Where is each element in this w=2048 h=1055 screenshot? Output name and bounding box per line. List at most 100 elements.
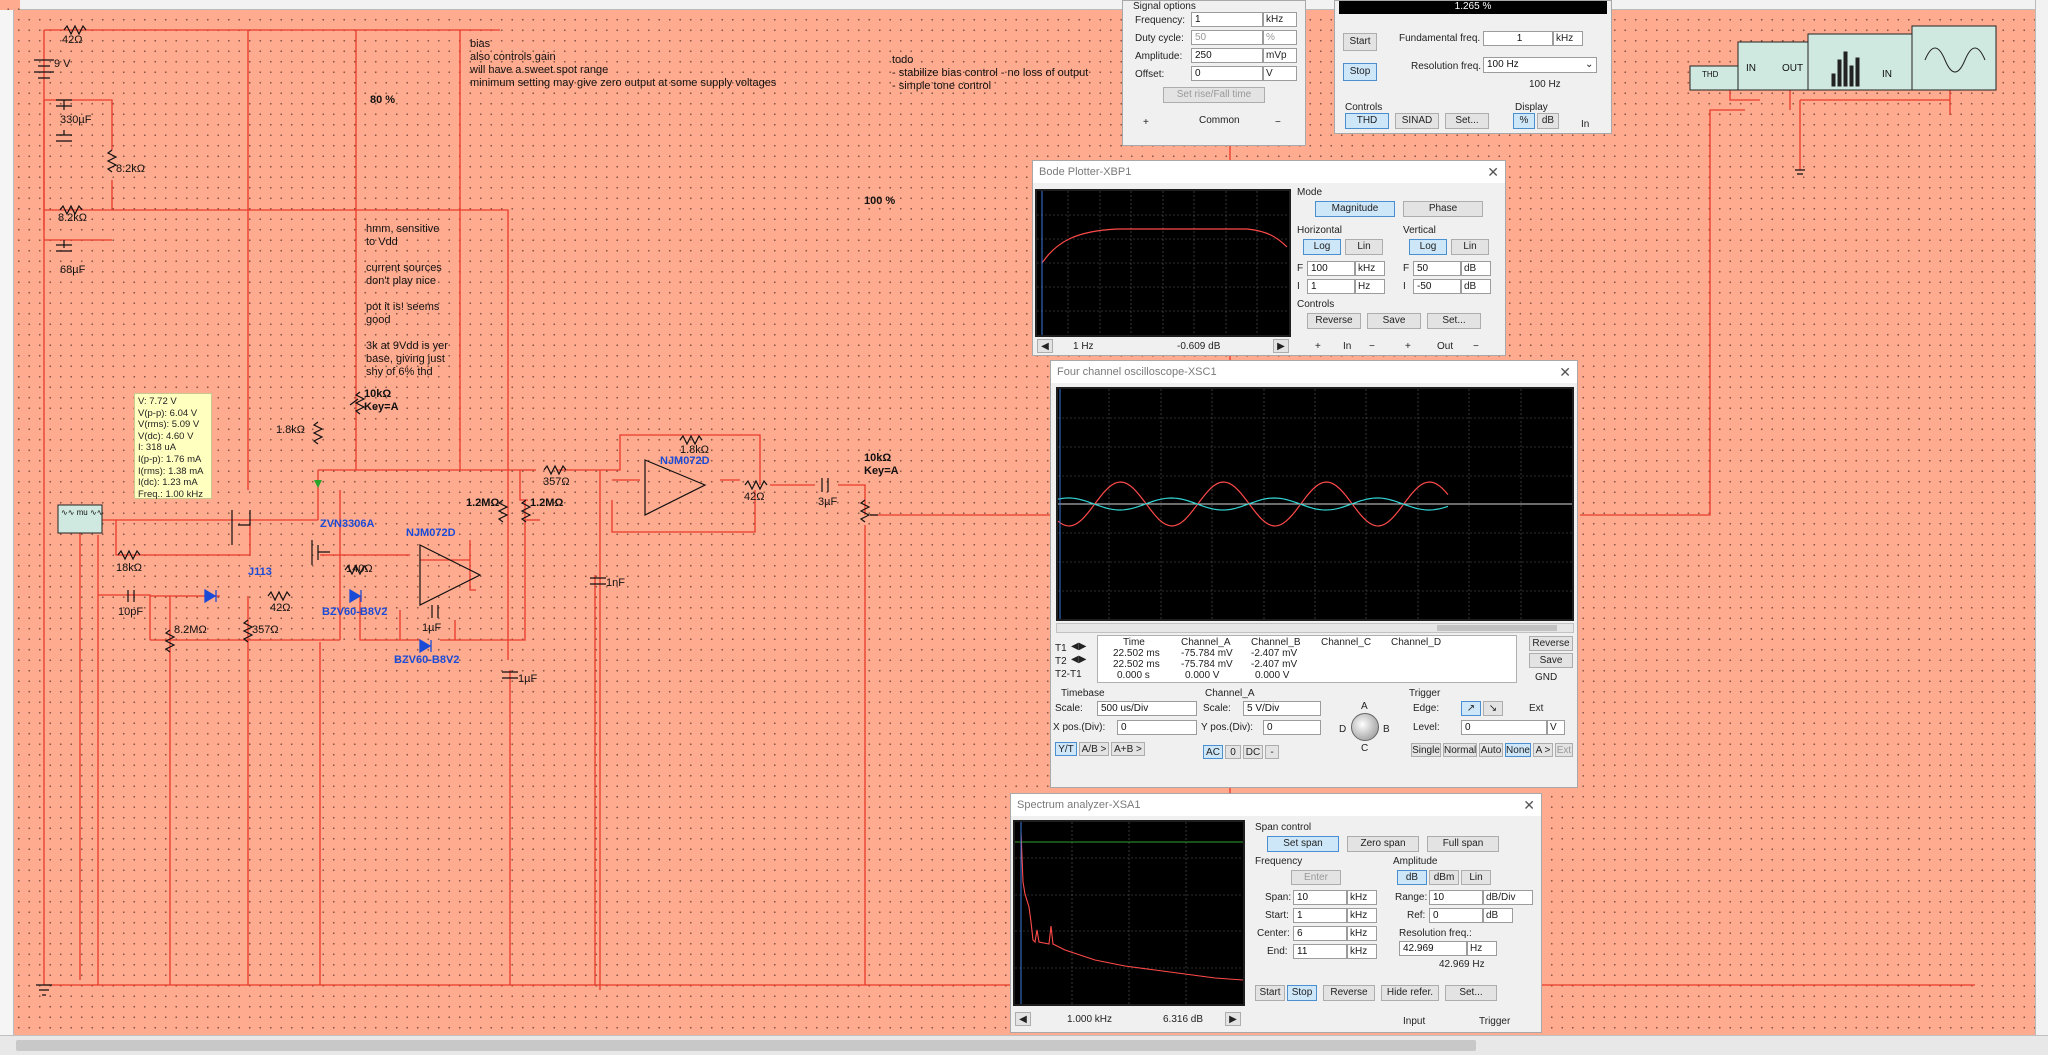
span-unit[interactable]: kHz xyxy=(1347,890,1377,905)
offset-input[interactable]: 0 xyxy=(1191,66,1263,81)
hide-reference-button[interactable]: Hide refer. xyxy=(1381,985,1439,1001)
edge-falling-button[interactable]: ↘ xyxy=(1483,701,1503,716)
trigger-none-button[interactable]: None xyxy=(1505,743,1531,757)
spectrum-analyzer-icon[interactable] xyxy=(1807,33,1913,91)
t1-arrows[interactable]: ◀▶ xyxy=(1071,641,1086,653)
frequency-input[interactable]: 1 xyxy=(1191,12,1263,27)
resolution-freq-unit-sa[interactable]: Hz xyxy=(1467,941,1497,956)
range-unit[interactable]: dB/Div xyxy=(1483,890,1533,905)
resolution-freq-input-sa[interactable]: 42.969 xyxy=(1399,941,1467,956)
bode-v-lin-button[interactable]: Lin xyxy=(1451,239,1489,255)
a-plus-b-button[interactable]: A+B > xyxy=(1111,742,1145,756)
amplitude-db-button[interactable]: dB xyxy=(1397,870,1427,885)
offset-unit[interactable]: V xyxy=(1263,66,1297,81)
span-input[interactable]: 10 xyxy=(1293,890,1347,905)
resolution-freq-select[interactable]: 100 Hz xyxy=(1483,57,1597,73)
trigger-level-input[interactable]: 0 xyxy=(1461,720,1547,735)
timebase-scale-input[interactable]: 500 us/Div xyxy=(1097,701,1197,716)
start-freq-unit[interactable]: kHz xyxy=(1347,908,1377,923)
scope-scrollbar[interactable] xyxy=(1056,623,1574,633)
channel-scale-input[interactable]: 5 V/Div xyxy=(1243,701,1321,716)
bode-cursor-right-button[interactable]: ▶ xyxy=(1273,339,1289,353)
amplitude-unit[interactable]: mVp xyxy=(1263,48,1297,63)
channel-select-knob[interactable] xyxy=(1351,713,1379,741)
bode-set-button[interactable]: Set... xyxy=(1427,313,1481,329)
bode-h-log-button[interactable]: Log xyxy=(1303,239,1341,255)
bode-h-final-input[interactable]: 100 xyxy=(1307,261,1355,276)
close-icon[interactable]: ✕ xyxy=(1523,794,1535,816)
duty-cycle-unit[interactable]: % xyxy=(1263,30,1297,45)
yt-button[interactable]: Y/T xyxy=(1055,742,1077,756)
amplitude-dbm-button[interactable]: dBm xyxy=(1429,870,1459,885)
fundamental-freq-unit[interactable]: kHz xyxy=(1553,31,1583,46)
coupling-dc-button[interactable]: DC xyxy=(1243,745,1263,759)
frequency-unit[interactable]: kHz xyxy=(1263,12,1297,27)
bode-phase-button[interactable]: Phase xyxy=(1403,201,1483,217)
spectrum-reverse-button[interactable]: Reverse xyxy=(1323,985,1375,1001)
set-rise-fall-button[interactable]: Set rise/Fall time xyxy=(1163,87,1265,103)
t2-arrows[interactable]: ◀▶ xyxy=(1071,654,1086,666)
set-span-button[interactable]: Set span xyxy=(1267,836,1339,852)
bode-save-button[interactable]: Save xyxy=(1367,313,1421,329)
trigger-single-button[interactable]: Single xyxy=(1411,743,1441,757)
bode-h-initial-unit[interactable]: Hz xyxy=(1355,279,1385,294)
amplitude-lin-button[interactable]: Lin xyxy=(1461,870,1491,885)
oscilloscope-icon[interactable] xyxy=(1911,25,1997,91)
end-freq-input[interactable]: 11 xyxy=(1293,944,1347,959)
sinad-mode-button[interactable]: SINAD xyxy=(1395,113,1439,129)
close-icon[interactable]: ✕ xyxy=(1487,161,1499,183)
fundamental-freq-input[interactable]: 1 xyxy=(1483,31,1553,46)
trigger-ext-button[interactable]: Ext xyxy=(1555,743,1573,757)
trigger-auto-button[interactable]: Auto xyxy=(1479,743,1503,757)
bode-cursor-left-button[interactable]: ◀ xyxy=(1037,339,1053,353)
ypos-input[interactable]: 0 xyxy=(1263,720,1321,735)
center-freq-input[interactable]: 6 xyxy=(1293,926,1347,941)
bode-v-log-button[interactable]: Log xyxy=(1409,239,1447,255)
spectrum-cursor-right-button[interactable]: ▶ xyxy=(1225,1012,1241,1026)
bode-h-final-unit[interactable]: kHz xyxy=(1355,261,1385,276)
xpos-input[interactable]: 0 xyxy=(1117,720,1197,735)
ref-input[interactable]: 0 xyxy=(1429,908,1483,923)
horizontal-scrollbar[interactable] xyxy=(0,1035,2048,1055)
coupling-ac-button[interactable]: AC xyxy=(1203,745,1223,759)
display-db-button[interactable]: dB xyxy=(1537,113,1559,129)
coupling-minus-button[interactable]: - xyxy=(1265,745,1279,759)
bode-v-initial-input[interactable]: -50 xyxy=(1413,279,1461,294)
thd-start-button[interactable]: Start xyxy=(1343,33,1377,51)
bode-h-lin-button[interactable]: Lin xyxy=(1345,239,1383,255)
ab-button[interactable]: A/B > xyxy=(1079,742,1109,756)
bode-h-initial-input[interactable]: 1 xyxy=(1307,279,1355,294)
spectrum-start-button[interactable]: Start xyxy=(1255,985,1285,1001)
coupling-zero-button[interactable]: 0 xyxy=(1225,745,1241,759)
scope-save-button[interactable]: Save xyxy=(1529,653,1573,668)
scope-reverse-button[interactable]: Reverse xyxy=(1529,636,1573,651)
bode-v-final-input[interactable]: 50 xyxy=(1413,261,1461,276)
ref-unit[interactable]: dB xyxy=(1483,908,1513,923)
spectrum-stop-button[interactable]: Stop xyxy=(1287,985,1317,1001)
duty-cycle-input[interactable]: 50 xyxy=(1191,30,1263,45)
horizontal-scroll-thumb[interactable] xyxy=(16,1040,1476,1051)
thd-mode-button[interactable]: THD xyxy=(1345,113,1389,129)
range-input[interactable]: 10 xyxy=(1429,890,1483,905)
spectrum-enter-button[interactable]: Enter xyxy=(1291,870,1341,885)
amplitude-input[interactable]: 250 xyxy=(1191,48,1263,63)
trigger-normal-button[interactable]: Normal xyxy=(1443,743,1477,757)
spectrum-cursor-left-button[interactable]: ◀ xyxy=(1015,1012,1031,1026)
bode-magnitude-button[interactable]: Magnitude xyxy=(1315,201,1395,217)
center-freq-unit[interactable]: kHz xyxy=(1347,926,1377,941)
thd-set-button[interactable]: Set... xyxy=(1445,113,1489,129)
close-icon[interactable]: ✕ xyxy=(1559,361,1571,383)
thd-stop-button[interactable]: Stop xyxy=(1343,63,1377,81)
trigger-level-unit[interactable]: V xyxy=(1547,720,1565,735)
bode-reverse-button[interactable]: Reverse xyxy=(1307,313,1361,329)
spectrum-set-button[interactable]: Set... xyxy=(1445,985,1497,1001)
edge-rising-button[interactable]: ↗ xyxy=(1461,701,1481,716)
display-percent-button[interactable]: % xyxy=(1513,113,1535,129)
bode-v-final-unit[interactable]: dB xyxy=(1461,261,1491,276)
start-freq-input[interactable]: 1 xyxy=(1293,908,1347,923)
trigger-a-button[interactable]: A > xyxy=(1533,743,1553,757)
end-freq-unit[interactable]: kHz xyxy=(1347,944,1377,959)
full-span-button[interactable]: Full span xyxy=(1427,836,1499,852)
zero-span-button[interactable]: Zero span xyxy=(1347,836,1419,852)
bode-v-initial-unit[interactable]: dB xyxy=(1461,279,1491,294)
